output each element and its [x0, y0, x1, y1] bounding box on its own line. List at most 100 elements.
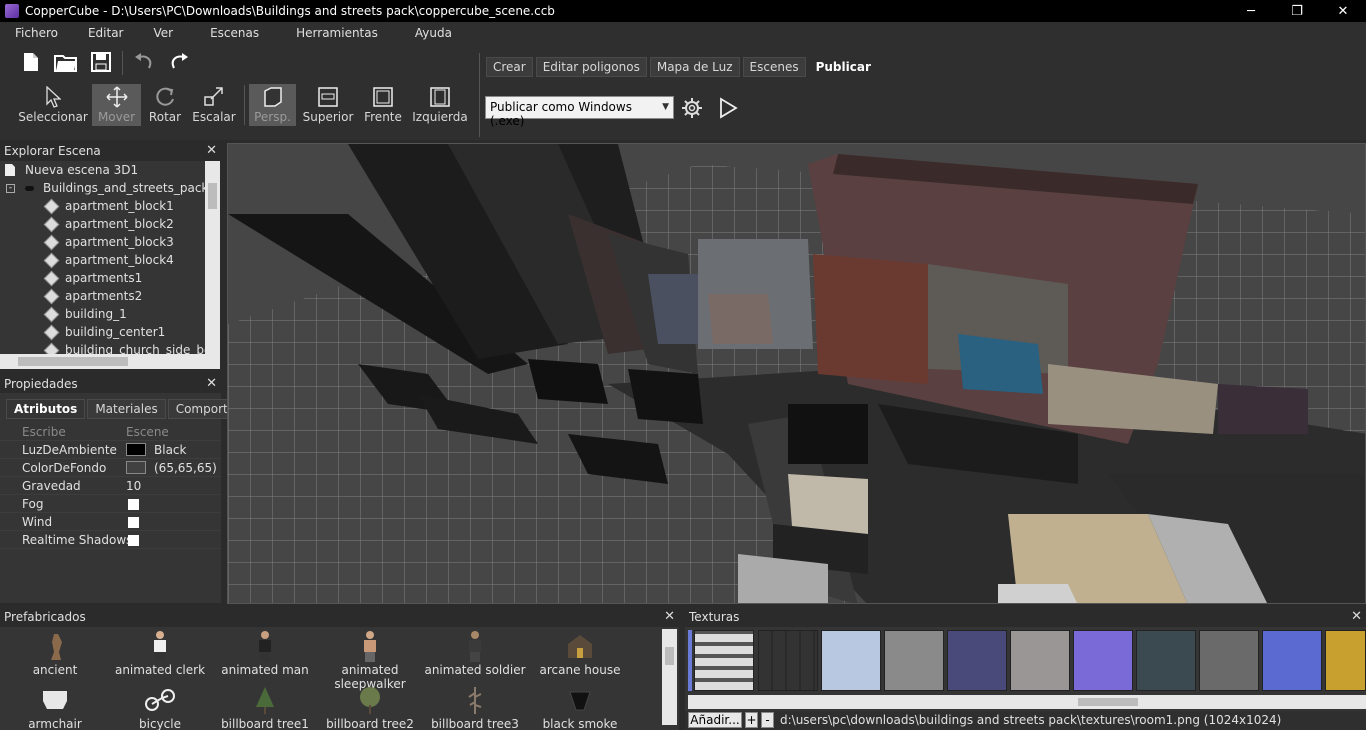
texture-thumbnail[interactable] — [1136, 630, 1196, 691]
tree-item[interactable]: apartment_block2 — [43, 215, 174, 233]
tree-item[interactable]: apartment_block3 — [43, 233, 174, 251]
prefab-item[interactable]: animated sleepwalker — [315, 629, 425, 691]
textures-horizontal-scrollbar[interactable] — [688, 695, 1366, 709]
tab-editar-poligonos[interactable]: Editar poligonos — [535, 57, 647, 77]
prefabs-vertical-scrollbar[interactable] — [662, 629, 677, 725]
color-swatch[interactable] — [126, 443, 146, 456]
restore-button[interactable]: ❐ — [1274, 0, 1320, 22]
texture-thumbnail[interactable] — [821, 630, 881, 691]
texture-thumbnail[interactable] — [1199, 630, 1259, 691]
tab-atributos[interactable]: Atributos — [6, 399, 86, 419]
fog-checkbox[interactable] — [128, 499, 139, 510]
minimize-button[interactable]: ─ — [1228, 0, 1274, 22]
property-row[interactable]: ColorDeFondo (65,65,65) — [0, 459, 221, 477]
tree-item[interactable]: building_church_side_bott — [43, 341, 220, 354]
property-key: ColorDeFondo — [22, 461, 107, 475]
texture-thumbnail[interactable] — [1010, 630, 1070, 691]
view-left[interactable]: Izquierda — [412, 84, 468, 126]
scrollbar-thumb[interactable] — [18, 357, 128, 366]
gear-icon[interactable] — [679, 95, 705, 121]
open-folder-icon[interactable] — [53, 49, 79, 75]
tree-item[interactable]: apartment_block1 — [43, 197, 174, 215]
tab-materiales[interactable]: Materiales — [87, 399, 166, 419]
decrease-button[interactable]: - — [761, 712, 774, 728]
close-icon[interactable]: ✕ — [664, 609, 675, 624]
mesh-cube-icon — [43, 216, 60, 232]
menu-herramientas[interactable]: Herramientas — [274, 26, 393, 40]
view-perspective[interactable]: Persp. — [249, 84, 296, 126]
tree-item[interactable]: apartments2 — [43, 287, 142, 305]
tree-item[interactable]: building_center1 — [43, 323, 165, 341]
publish-target-select[interactable]: Publicar como Windows (.exe) ▼ — [485, 96, 674, 128]
prefab-item[interactable]: billboard tree3 — [420, 683, 530, 730]
properties-title: Propiedades — [4, 377, 78, 391]
menu-ver[interactable]: Ver — [139, 26, 189, 40]
prefab-item[interactable]: billboard tree1 — [210, 683, 320, 730]
close-icon[interactable]: ✕ — [206, 376, 217, 391]
texture-thumbnail[interactable] — [758, 630, 818, 691]
tree-item[interactable]: building_1 — [43, 305, 127, 323]
tool-scale[interactable]: Escalar — [192, 84, 236, 126]
prefab-item[interactable]: animated clerk — [105, 629, 215, 677]
prefab-item[interactable]: animated man — [210, 629, 320, 677]
save-icon[interactable] — [88, 49, 114, 75]
close-icon[interactable]: ✕ — [206, 143, 217, 158]
property-row[interactable]: Fog — [0, 495, 221, 513]
tree-root[interactable]: Nueva escena 3D1 — [4, 161, 138, 179]
play-icon[interactable] — [715, 95, 741, 121]
color-swatch[interactable] — [126, 461, 146, 474]
property-row[interactable]: Wind — [0, 513, 221, 531]
menu-editar[interactable]: Editar — [73, 26, 139, 40]
view-top[interactable]: Superior — [302, 84, 354, 126]
texture-thumbnail[interactable] — [1262, 630, 1322, 691]
tree-group[interactable]: - Buildings_and_streets_pack — [6, 179, 208, 197]
texture-thumbnail[interactable] — [947, 630, 1007, 691]
prefab-item[interactable]: bicycle — [105, 683, 215, 730]
menu-ayuda[interactable]: Ayuda — [393, 26, 467, 40]
prefab-item[interactable]: black smoke — [525, 683, 635, 730]
tool-rotate[interactable]: Rotar — [146, 84, 184, 126]
prefab-item[interactable]: animated soldier — [420, 629, 530, 677]
close-icon[interactable]: ✕ — [1351, 609, 1362, 624]
tree-vertical-scrollbar[interactable] — [205, 161, 220, 354]
tab-escenes[interactable]: Escenes — [742, 57, 806, 77]
realtime-shadows-checkbox[interactable] — [128, 535, 139, 546]
3d-viewport[interactable] — [227, 143, 1366, 604]
texture-thumbnail[interactable] — [1073, 630, 1133, 691]
scrollbar-thumb[interactable] — [208, 183, 217, 209]
menu-fichero[interactable]: Fichero — [0, 26, 73, 40]
property-row[interactable]: LuzDeAmbiente Black — [0, 441, 221, 459]
texture-thumbnail[interactable] — [694, 630, 754, 691]
scrollbar-thumb[interactable] — [665, 647, 674, 665]
increase-button[interactable]: + — [745, 712, 758, 728]
tool-select[interactable]: Seleccionar — [18, 84, 88, 126]
scrollbar-thumb[interactable] — [1078, 698, 1138, 706]
tree-horizontal-scrollbar[interactable] — [0, 354, 220, 369]
tree-item[interactable]: apartment_block4 — [43, 251, 174, 269]
texture-thumbnail[interactable] — [1325, 630, 1366, 691]
prefab-item[interactable]: armchair — [0, 683, 110, 730]
tool-move[interactable]: Mover — [92, 84, 141, 126]
redo-icon[interactable] — [166, 49, 192, 75]
new-file-icon[interactable] — [18, 49, 44, 75]
prefab-item[interactable]: ancient — [0, 629, 110, 677]
collapse-icon[interactable]: - — [6, 183, 15, 193]
view-front[interactable]: Frente — [364, 84, 402, 126]
property-value[interactable]: 10 — [126, 479, 141, 493]
close-window-button[interactable]: ✕ — [1320, 0, 1366, 22]
wind-checkbox[interactable] — [128, 517, 139, 528]
tab-comportamientos[interactable]: Comportam — [167, 399, 234, 419]
undo-icon[interactable] — [131, 49, 157, 75]
tab-publicar[interactable]: Publicar — [808, 57, 878, 77]
property-row[interactable]: Realtime Shadows — [0, 531, 221, 549]
texture-thumbnail[interactable] — [884, 630, 944, 691]
prefab-item[interactable]: arcane house — [525, 629, 635, 677]
property-row[interactable]: Gravedad 10 — [0, 477, 221, 495]
tab-mapa-de-luz[interactable]: Mapa de Luz — [649, 57, 740, 77]
prefabs-panel: ancient animated clerk animated man anim… — [0, 627, 679, 730]
tree-item[interactable]: apartments1 — [43, 269, 142, 287]
menu-escenas[interactable]: Escenas — [188, 26, 274, 40]
tab-crear[interactable]: Crear — [486, 57, 533, 77]
prefab-item[interactable]: billboard tree2 — [315, 683, 425, 730]
add-texture-button[interactable]: Añadir... — [688, 712, 742, 728]
